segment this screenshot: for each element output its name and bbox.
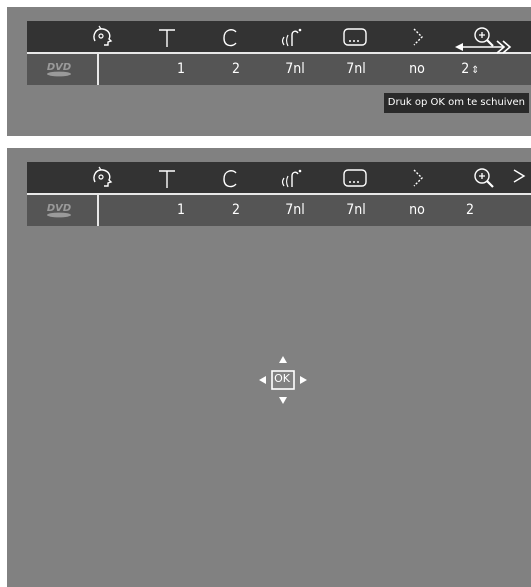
title-icon[interactable] — [153, 166, 181, 190]
osd-menu-bar: DVD 1 2 7nl 7nl no 2 — [27, 162, 531, 226]
zoom-stepper-arrows[interactable]: ⇕ — [471, 65, 479, 76]
audio-language-icon[interactable] — [278, 166, 306, 190]
dvd-disc-icon: DVD — [39, 59, 79, 79]
audio-value: 7nl — [285, 202, 305, 218]
vertical-divider — [97, 52, 99, 85]
chapter-icon[interactable] — [216, 166, 244, 190]
scroll-arrows[interactable] — [453, 35, 513, 59]
user-profile-icon[interactable] — [89, 25, 117, 49]
chapter-value: 2 — [231, 61, 240, 77]
svg-text:DVD: DVD — [47, 62, 71, 73]
menu-panel-top: DVD 1 2 7nl 7nl no 2 ⇕ Druk op OK om te s… — [7, 7, 531, 136]
subtitle-value: 7nl — [346, 61, 366, 77]
angle-icon[interactable] — [404, 25, 432, 49]
vertical-divider — [97, 193, 99, 226]
hint-tooltip: Druk op OK om te schuiven — [383, 93, 529, 113]
angle-icon[interactable] — [404, 166, 432, 190]
angle-value: no — [409, 61, 425, 77]
menu-panel-bottom: DVD 1 2 7nl 7nl no 2 OK — [7, 148, 531, 587]
title-value: 1 — [176, 61, 185, 77]
scroll-right-arrow[interactable] — [512, 164, 528, 188]
user-profile-icon[interactable] — [89, 166, 117, 190]
title-icon[interactable] — [153, 25, 181, 49]
audio-value: 7nl — [285, 61, 305, 77]
chapter-value: 2 — [231, 202, 240, 218]
angle-value: no — [409, 202, 425, 218]
subtitle-icon[interactable] — [341, 166, 369, 190]
ok-label: OK — [274, 372, 290, 385]
zoom-value: 2 — [465, 202, 474, 218]
zoom-value-number: 2 — [461, 61, 470, 77]
zoom-icon[interactable] — [470, 166, 498, 190]
audio-language-icon[interactable] — [278, 25, 306, 49]
title-value: 1 — [176, 202, 185, 218]
dvd-disc-icon: DVD — [39, 200, 79, 220]
svg-text:DVD: DVD — [47, 203, 71, 214]
zoom-value[interactable]: 2 ⇕ — [450, 60, 490, 80]
chapter-icon[interactable] — [216, 25, 244, 49]
separator-line — [27, 193, 531, 195]
subtitle-icon[interactable] — [341, 25, 369, 49]
subtitle-value: 7nl — [346, 202, 366, 218]
